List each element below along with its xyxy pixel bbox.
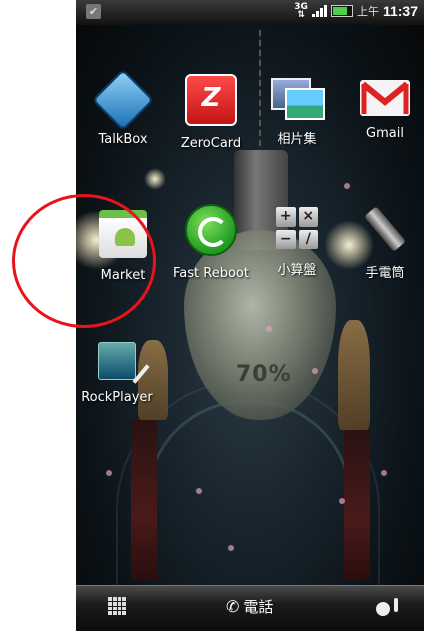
app-zerocard[interactable]: Z ZeroCard <box>168 74 254 151</box>
sparkle-dot <box>339 498 345 504</box>
app-rockplayer[interactable]: RockPlayer <box>76 336 160 405</box>
app-fast-reboot[interactable]: Fast Reboot <box>168 204 254 281</box>
status-left: ✔ <box>86 4 101 19</box>
network-3g-icon: 3G ⇅ <box>294 2 308 20</box>
battery-icon <box>330 5 353 17</box>
status-bar[interactable]: ✔ 3G ⇅ 上午 11:37 <box>76 0 424 25</box>
app-gallery[interactable]: 相片集 <box>254 74 340 147</box>
flashlight-icon <box>364 206 406 252</box>
signal-icon <box>311 5 327 17</box>
sparkle-dot <box>106 470 112 476</box>
app-label: Fast Reboot <box>173 266 249 281</box>
sparkle-dot <box>266 326 272 332</box>
market-icon <box>99 210 147 258</box>
wallpaper-pillar-right <box>344 430 370 580</box>
sparkle-dot <box>196 488 202 494</box>
gallery-icon <box>271 78 325 120</box>
phone-label: 電話 <box>243 598 274 616</box>
phone-button[interactable]: ✆ 電話 <box>226 596 273 617</box>
app-label: RockPlayer <box>81 390 153 405</box>
dock-bar: ✆ 電話 <box>76 585 424 631</box>
talkbox-icon <box>91 68 155 132</box>
status-right: 3G ⇅ 上午 11:37 <box>294 2 418 20</box>
app-label: ZeroCard <box>180 136 242 151</box>
fast-reboot-icon <box>185 204 237 256</box>
network-label: 3G <box>294 2 308 12</box>
sparkle-dot <box>228 545 234 551</box>
bulb-percent-text: 70% <box>236 362 292 387</box>
phone-icon: ✆ <box>226 597 240 616</box>
app-label: TalkBox <box>98 132 148 147</box>
notification-check-icon: ✔ <box>86 4 101 19</box>
wallpaper-pillar-left <box>131 420 157 580</box>
rockplayer-icon <box>98 342 136 380</box>
app-label: 小算盤 <box>277 263 317 278</box>
app-gmail[interactable]: Gmail <box>342 74 424 141</box>
app-market[interactable]: Market <box>80 204 166 283</box>
app-label: 手電筒 <box>365 266 405 281</box>
sparkle-dot <box>381 470 387 476</box>
app-label: Gmail <box>366 126 404 141</box>
wallpaper-statue-right <box>338 320 370 430</box>
clock-time: 11:37 <box>382 3 418 19</box>
app-talkbox[interactable]: TalkBox <box>80 68 166 147</box>
app-calculator[interactable]: + × − / 小算盤 <box>254 204 340 278</box>
sparkle-dot <box>312 368 318 374</box>
clock-ampm: 上午 <box>356 5 379 18</box>
app-label: 相片集 <box>277 132 317 147</box>
glow-light <box>144 168 166 190</box>
gmail-icon <box>360 80 410 116</box>
app-label: Market <box>100 268 146 283</box>
phone-screen: 70% ✔ 3G ⇅ 上午 11:37 TalkBox Z ZeroCard 相… <box>76 0 424 631</box>
sparkle-dot <box>344 183 350 189</box>
calculator-icon: + × − / <box>276 207 318 249</box>
app-flashlight[interactable]: 手電筒 <box>342 204 424 281</box>
all-apps-icon[interactable] <box>108 597 126 615</box>
personalize-icon[interactable] <box>376 598 398 616</box>
zerocard-icon: Z <box>185 74 237 126</box>
